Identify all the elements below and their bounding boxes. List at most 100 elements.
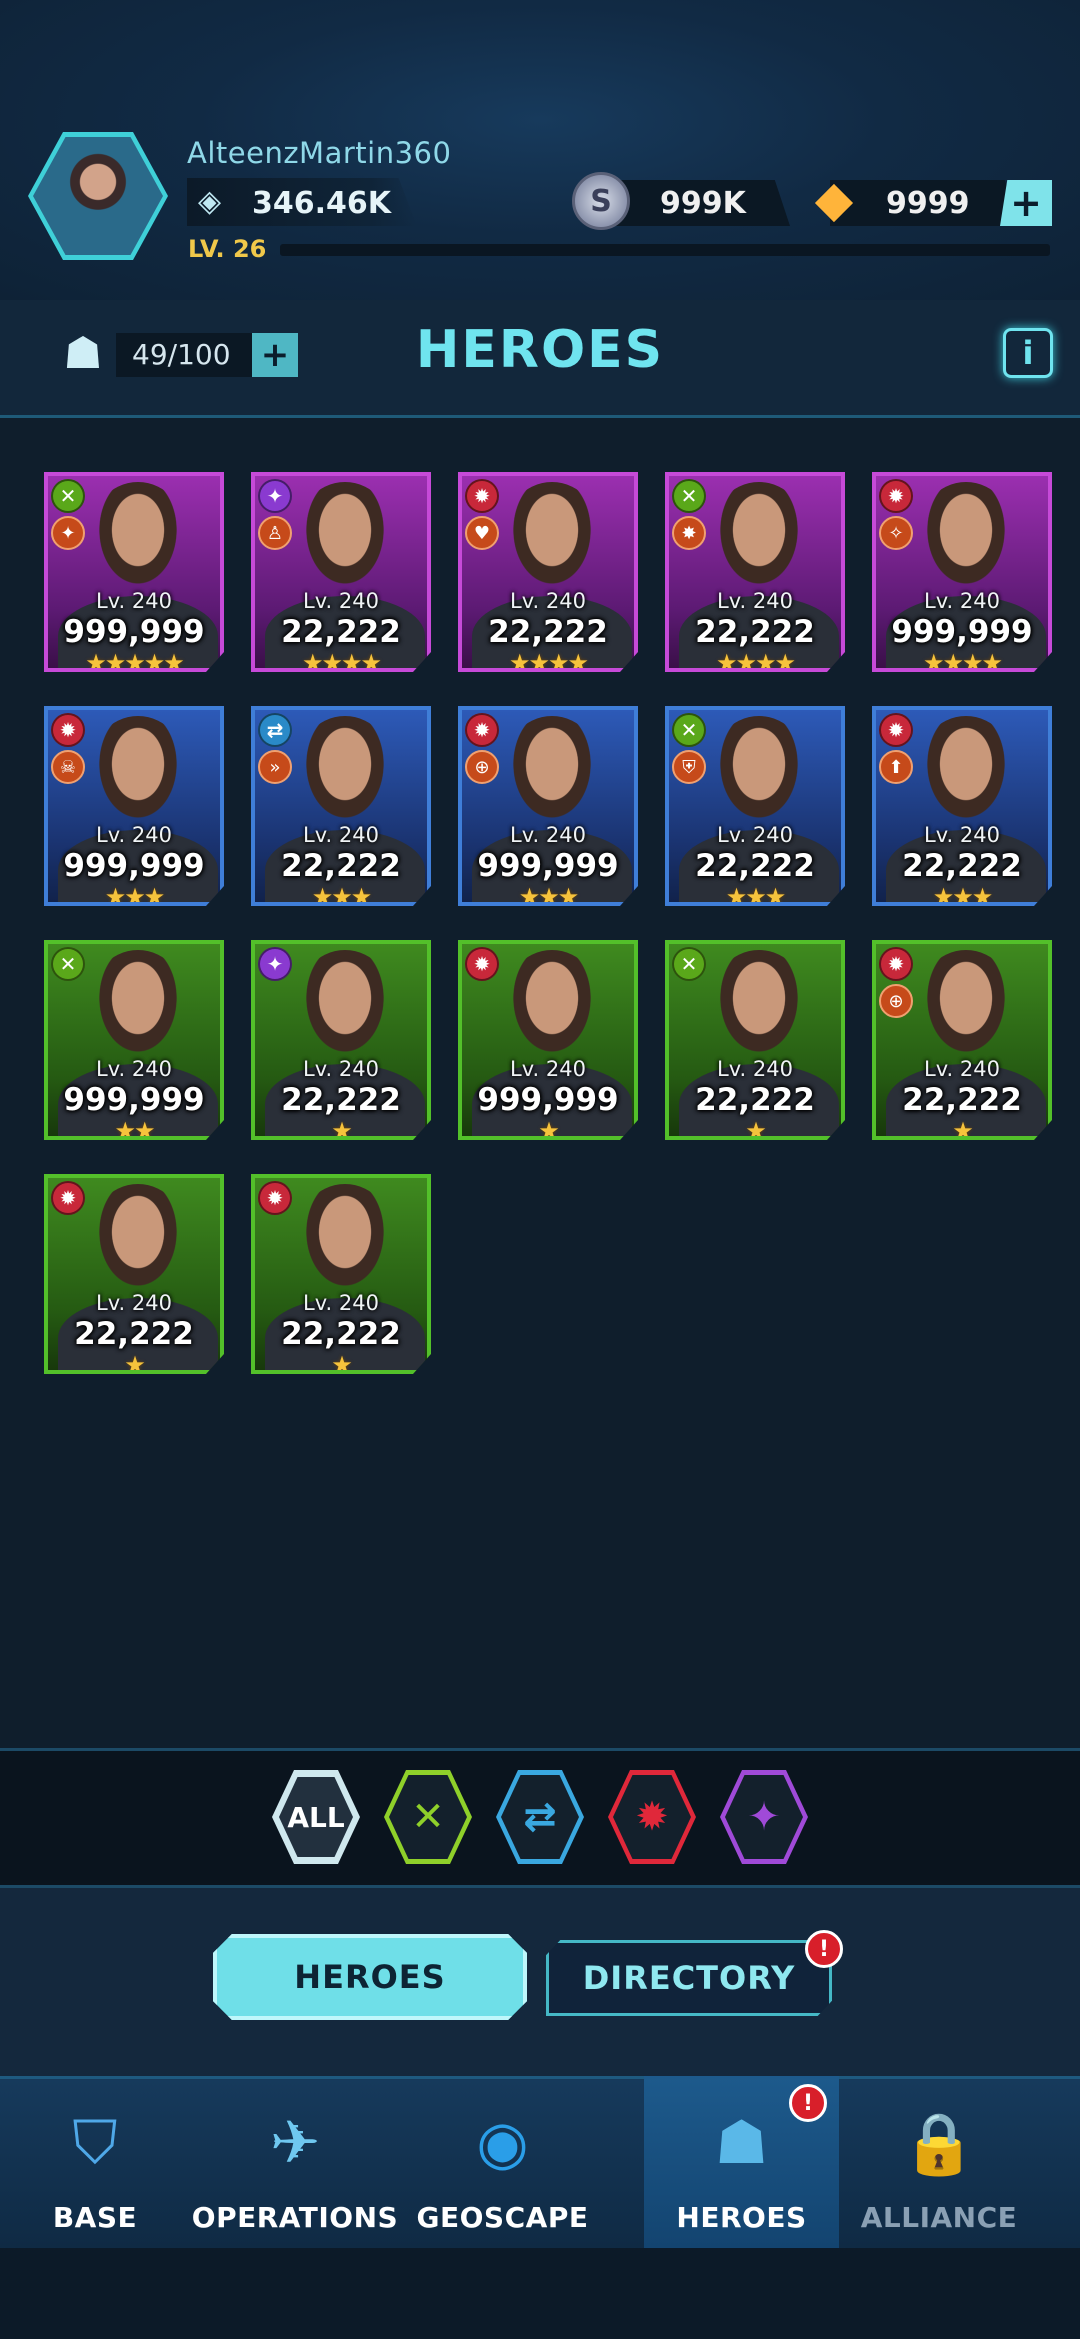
hero-card[interactable]: ✹ ⊕ Lv. 240 22,222 ★	[872, 940, 1052, 1140]
add-gold-button[interactable]: +	[1000, 180, 1052, 226]
hero-power: 22,222	[695, 1082, 815, 1118]
hero-level: Lv. 240	[96, 823, 172, 847]
hero-card[interactable]: ⇄» Lv. 240 22,222 ★★★	[251, 706, 431, 906]
hero-power: 999,999	[63, 1082, 205, 1118]
nav-label: GEOSCAPE	[416, 2201, 589, 2234]
hero-stars: ★★★★	[715, 649, 796, 672]
hero-portrait	[914, 950, 1018, 1070]
hero-card[interactable]: ✹ Lv. 240 999,999 ★	[458, 940, 638, 1140]
info-button[interactable]: i	[1003, 328, 1053, 378]
red-class-icon: ✹	[879, 947, 913, 981]
hero-level: Lv. 240	[96, 1291, 172, 1315]
hero-stars: ★★★	[932, 883, 994, 906]
nav-label: BASE	[52, 2201, 138, 2234]
soldier-icon: ♙	[258, 516, 292, 550]
hero-stars: ★	[952, 1117, 974, 1140]
lock-icon: 🔒	[901, 2108, 977, 2179]
red-class-icon: ✹	[465, 479, 499, 513]
red-class-icon: ✹	[465, 713, 499, 747]
tab-directory[interactable]: DIRECTORY	[546, 1940, 832, 2016]
aircraft-icon: ✈	[269, 2108, 321, 2178]
hero-portrait	[293, 482, 397, 602]
hero-portrait	[500, 716, 604, 836]
psionic-class-icon: ✦	[725, 1775, 803, 1859]
hero-level: Lv. 240	[96, 1057, 172, 1081]
hero-level: Lv. 240	[96, 589, 172, 613]
hero-level: Lv. 240	[303, 1291, 379, 1315]
page-title: HEROES	[415, 320, 665, 380]
nav-label: HEROES	[676, 2201, 807, 2234]
directory-alert-badge: !	[805, 1930, 843, 1968]
nav-label: OPERATIONS	[191, 2201, 399, 2234]
hero-stars: ★	[745, 1117, 767, 1140]
hero-card[interactable]: ✹ ⊕ Lv. 240 999,999 ★★★	[458, 706, 638, 906]
hero-stars: ★★★★	[301, 649, 382, 672]
hero-card[interactable]: ✕ Lv. 240 22,222 ★	[665, 940, 845, 1140]
hero-level: Lv. 240	[510, 1057, 586, 1081]
hero-card[interactable]: ✹ ☠ Lv. 240 999,999 ★★★	[44, 706, 224, 906]
heroes-alert-badge: !	[789, 2084, 827, 2122]
purple-class-icon: ✦	[258, 479, 292, 513]
hero-stars: ★	[538, 1117, 560, 1140]
nav-base[interactable]: ⛉ BASE	[0, 2076, 190, 2248]
green-class-icon: ✕	[672, 947, 706, 981]
hero-card[interactable]: ✹ ✧ Lv. 240 999,999 ★★★★	[872, 472, 1052, 672]
hero-level: Lv. 240	[510, 823, 586, 847]
hero-stars: ★★★★★	[85, 649, 185, 672]
gold-crystal-icon: ◆	[814, 170, 854, 228]
hero-level: Lv. 240	[717, 1057, 793, 1081]
hero-power: 22,222	[281, 1316, 401, 1352]
gold-value: 9999	[886, 186, 970, 221]
hero-portrait	[86, 1184, 190, 1304]
hero-power: 22,222	[902, 1082, 1022, 1118]
hero-power: 22,222	[281, 614, 401, 650]
nav-label: ALLIANCE	[860, 2201, 1018, 2234]
green-class-icon: ✕	[51, 479, 85, 513]
crosshair-icon: ⊕	[465, 750, 499, 784]
hero-power: 999,999	[477, 1082, 619, 1118]
hero-power: 999,999	[63, 614, 205, 650]
boost-icon: ⬆	[879, 750, 913, 784]
hero-card[interactable]: ✦ Lv. 240 22,222 ★	[251, 940, 431, 1140]
hero-power: 22,222	[902, 848, 1022, 884]
hero-stars: ★	[331, 1351, 353, 1374]
red-class-icon: ✹	[465, 947, 499, 981]
xp-progress-bar	[280, 244, 1050, 256]
nav-operations[interactable]: ✈ OPERATIONS	[190, 2076, 400, 2248]
hero-card[interactable]: ✹ ♥ Lv. 240 22,222 ★★★★	[458, 472, 638, 672]
dna-class-icon: ✕	[389, 1775, 467, 1859]
hero-stars: ★	[331, 1117, 353, 1140]
hero-portrait	[707, 482, 811, 602]
heroes-screen: { "player": { "name": "AlteenzMartin360"…	[0, 0, 1080, 2339]
shield-icon: ⛨	[672, 750, 706, 784]
hero-power: 999,999	[63, 848, 205, 884]
hero-stars: ★★★	[311, 883, 373, 906]
hero-portrait	[293, 950, 397, 1070]
helmet-icon: ☗	[714, 2108, 769, 2178]
hero-card[interactable]: ✕ ⛨ Lv. 240 22,222 ★★★	[665, 706, 845, 906]
crosshair-icon: ⊕	[879, 984, 913, 1018]
hero-card[interactable]: ✹ ⬆ Lv. 240 22,222 ★★★	[872, 706, 1052, 906]
hero-card[interactable]: ✕ ✦ Lv. 240 999,999 ★★★★★	[44, 472, 224, 672]
hero-level: Lv. 240	[303, 589, 379, 613]
hero-card[interactable]: ✕ ✸ Lv. 240 22,222 ★★★★	[665, 472, 845, 672]
nav-heroes[interactable]: ☗ HEROES!	[644, 2076, 839, 2248]
blue-class-icon: ⇄	[258, 713, 292, 747]
green-class-icon: ✕	[672, 713, 706, 747]
hero-power: 22,222	[695, 614, 815, 650]
hero-stars: ★★	[114, 1117, 155, 1140]
tab-heroes[interactable]: HEROES	[213, 1934, 527, 2020]
hero-power: 22,222	[281, 1082, 401, 1118]
hero-card[interactable]: ✦ ♙ Lv. 240 22,222 ★★★★	[251, 472, 431, 672]
hero-portrait	[86, 482, 190, 602]
hero-card[interactable]: ✕ Lv. 240 999,999 ★★	[44, 940, 224, 1140]
speed-icon: »	[258, 750, 292, 784]
nav-geoscape[interactable]: ◉ GEOSCAPE	[400, 2076, 605, 2248]
power-icon: ◈	[198, 184, 222, 219]
hero-card[interactable]: ✹ Lv. 240 22,222 ★	[251, 1174, 431, 1374]
hero-portrait	[500, 482, 604, 602]
nav-alliance[interactable]: 🔒 ALLIANCE	[839, 2076, 1039, 2248]
hero-card[interactable]: ✹ Lv. 240 22,222 ★	[44, 1174, 224, 1374]
red-class-icon: ✹	[51, 713, 85, 747]
gear-class-icon: ✹	[613, 1775, 691, 1859]
